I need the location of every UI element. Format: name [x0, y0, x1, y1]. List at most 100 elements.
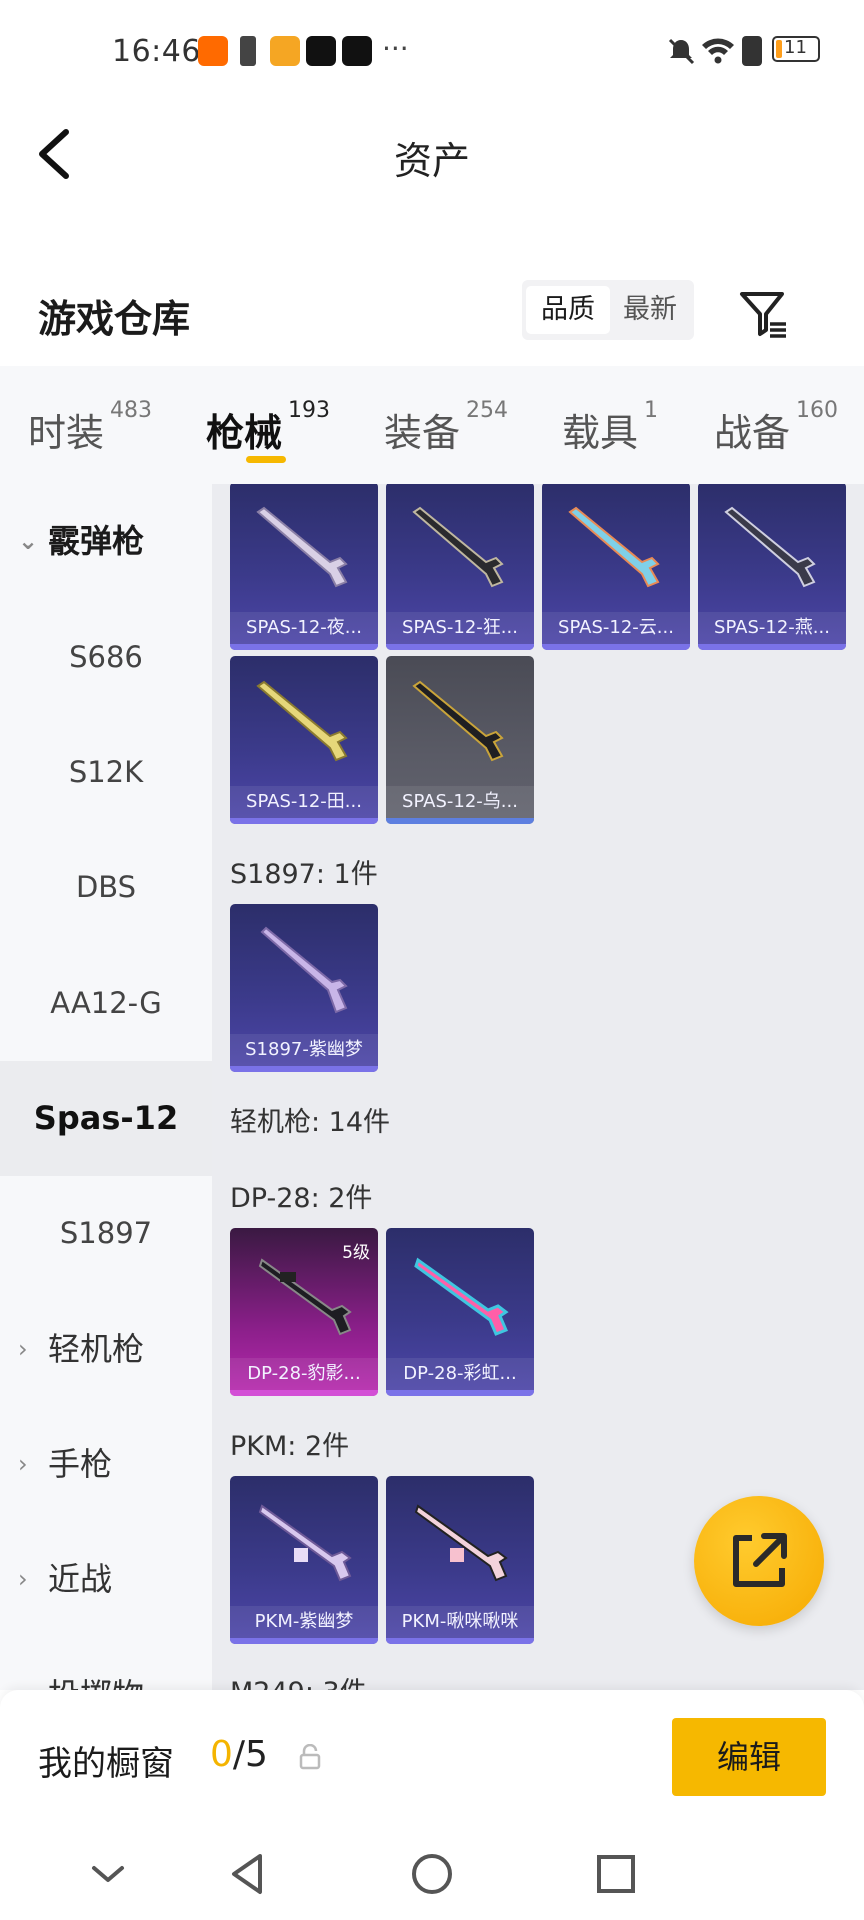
tab-count: 254	[466, 398, 509, 423]
sidebar-item-shotgun[interactable]: ⌄ 霰弹枪	[0, 484, 212, 599]
item-label: SPAS-12-燕...	[698, 612, 846, 644]
item-label: S1897-紫幽梦	[230, 1034, 378, 1066]
sidebar-item-melee[interactable]: › 近战	[0, 1522, 212, 1637]
sidebar: ⌄ 霰弹枪 S686 S12K DBS AA12-G Spas-12 S1897…	[0, 484, 212, 1690]
sidebar-item-lmg[interactable]: › 轻机枪	[0, 1292, 212, 1407]
status-time: 16:46	[112, 34, 201, 69]
shotgun-icon	[260, 926, 348, 1014]
group-label: PKM: 2件	[230, 1431, 350, 1462]
item-card[interactable]: SPAS-12-云...	[542, 484, 690, 650]
item-card[interactable]: PKM-啾咪啾咪	[386, 1476, 534, 1644]
quality-bar	[698, 644, 846, 650]
tab-vehicles[interactable]: 载具1	[562, 398, 658, 457]
tab-firearms[interactable]: 枪械193	[206, 398, 330, 457]
machine-gun-icon	[414, 1504, 508, 1582]
sidebar-item-s12k[interactable]: S12K	[0, 715, 212, 830]
share-icon	[733, 1533, 787, 1587]
group-label: S1897: 1件	[230, 859, 378, 890]
status-bar: 16:46 ··· 11	[0, 0, 864, 104]
group-label: 轻机枪: 14件	[230, 1107, 391, 1138]
item-card[interactable]: SPAS-12-夜...	[230, 484, 378, 650]
quality-bar	[230, 644, 378, 650]
back-triangle-icon[interactable]	[222, 1848, 274, 1900]
sidebar-item-throwable[interactable]: › 投掷物	[0, 1638, 212, 1690]
item-label: SPAS-12-夜...	[230, 612, 378, 644]
more-notifications: ···	[382, 32, 409, 65]
sort-newest[interactable]: 最新	[608, 286, 692, 334]
shotgun-icon	[412, 506, 504, 588]
shotgun-icon	[412, 680, 504, 762]
tab-count: 160	[796, 398, 839, 423]
taobao-icon	[198, 36, 228, 66]
quality-bar	[230, 818, 378, 824]
mute-icon	[668, 38, 695, 65]
chevron-right-icon: ›	[18, 1335, 28, 1363]
quality-bar	[542, 644, 690, 650]
sidebar-item-pistol[interactable]: › 手枪	[0, 1407, 212, 1522]
item-card[interactable]: SPAS-12-乌...	[386, 656, 534, 824]
shotgun-icon	[724, 506, 816, 588]
machine-gun-icon	[414, 1257, 509, 1336]
item-card[interactable]: DP-28-彩虹...	[386, 1228, 534, 1396]
quality-bar	[230, 1066, 378, 1072]
wifi-icon	[702, 38, 734, 64]
item-card[interactable]: SPAS-12-燕...	[698, 484, 846, 650]
item-card[interactable]: SPAS-12-狂...	[386, 484, 534, 650]
sidebar-item-dbs[interactable]: DBS	[0, 830, 212, 945]
item-card[interactable]: 5级 DP-28-豹影...	[230, 1228, 378, 1396]
recents-square-icon[interactable]	[590, 1848, 642, 1900]
share-button[interactable]	[694, 1496, 824, 1626]
item-label: DP-28-彩虹...	[386, 1358, 534, 1390]
item-card[interactable]: S1897-紫幽梦	[230, 904, 378, 1072]
active-tab-indicator	[246, 456, 286, 463]
battery-alert-icon	[240, 36, 256, 66]
sidebar-item-s1897[interactable]: S1897	[0, 1176, 212, 1291]
item-card[interactable]: PKM-紫幽梦	[230, 1476, 378, 1644]
tiktok-icon	[342, 36, 372, 66]
app-icon	[270, 36, 300, 66]
quality-bar	[230, 1390, 378, 1396]
shotgun-icon	[256, 680, 348, 762]
sort-quality[interactable]: 品质	[526, 286, 610, 334]
tiktok-icon	[306, 36, 336, 66]
chevron-down-icon[interactable]	[82, 1848, 134, 1900]
chevron-right-icon: ›	[18, 1565, 28, 1593]
item-label: SPAS-12-乌...	[386, 786, 534, 818]
group-label: M249: 3件	[230, 1670, 367, 1690]
item-label: SPAS-12-田...	[230, 786, 378, 818]
battery-level: 11	[784, 37, 807, 58]
quality-bar	[386, 644, 534, 650]
quality-bar	[386, 1390, 534, 1396]
alert-icon	[742, 36, 762, 66]
chevron-right-icon: ›	[18, 1638, 28, 1690]
shotgun-icon	[256, 506, 348, 588]
home-circle-icon[interactable]	[406, 1848, 458, 1900]
sidebar-item-spas12[interactable]: Spas-12	[0, 1061, 212, 1176]
sidebar-item-aa12g[interactable]: AA12-G	[0, 946, 212, 1061]
tab-fashion[interactable]: 时装483	[28, 398, 152, 457]
machine-gun-icon	[258, 1504, 352, 1582]
quality-bar	[230, 1638, 378, 1644]
item-label: SPAS-12-云...	[542, 612, 690, 644]
tab-equipment[interactable]: 装备254	[384, 398, 508, 457]
item-label: SPAS-12-狂...	[386, 612, 534, 644]
quality-bar	[386, 1638, 534, 1644]
category-tabs: 时装483 枪械193 装备254 载具1 战备160	[0, 366, 864, 484]
filter-icon[interactable]	[736, 286, 792, 342]
group-label: DP-28: 2件	[230, 1183, 373, 1214]
sidebar-item-s686[interactable]: S686	[0, 600, 212, 715]
lock-icon	[299, 1744, 321, 1770]
showcase-bar: 我的橱窗 0/5 编辑	[0, 1690, 864, 1830]
item-label: PKM-紫幽梦	[230, 1606, 378, 1638]
tab-count: 483	[110, 398, 153, 423]
item-card[interactable]: SPAS-12-田...	[230, 656, 378, 824]
battery-icon: 11	[772, 36, 820, 62]
system-nav-bar	[0, 1830, 864, 1920]
sort-toggle: 品质 最新	[522, 280, 694, 340]
tab-count: 1	[644, 398, 659, 423]
tab-gear[interactable]: 战备160	[714, 398, 838, 457]
machine-gun-icon	[258, 1258, 352, 1336]
showcase-label: 我的橱窗	[38, 1744, 174, 1784]
chevron-right-icon: ›	[18, 1450, 28, 1478]
edit-button[interactable]: 编辑	[672, 1718, 826, 1796]
